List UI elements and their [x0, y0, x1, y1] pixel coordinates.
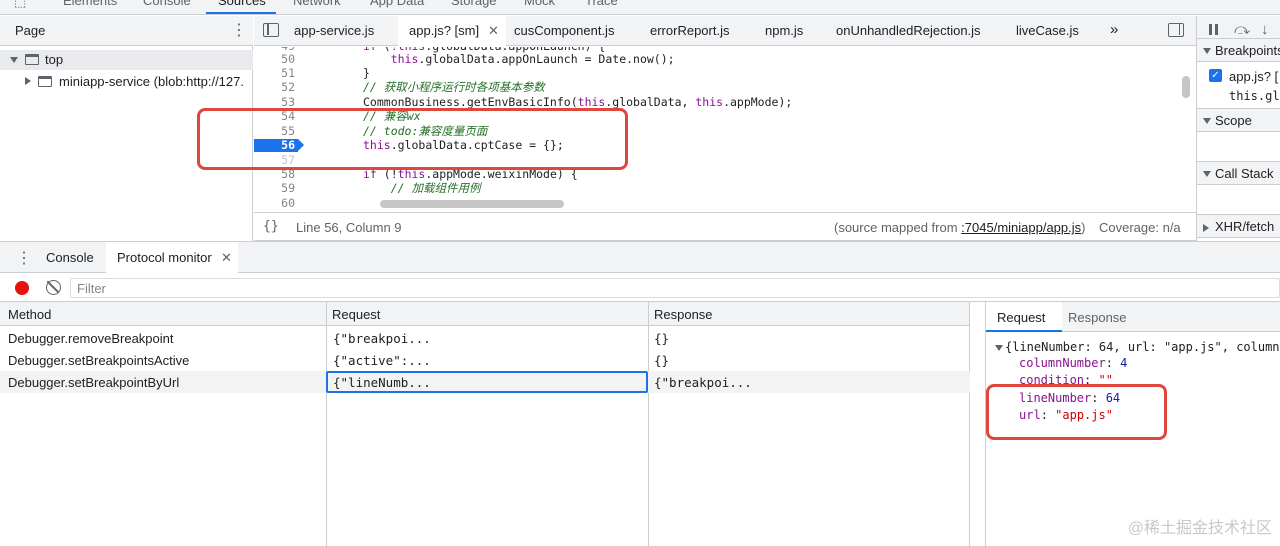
selected-cell-outline [326, 371, 648, 393]
detail-tabs: Request Response [986, 302, 1280, 332]
pause-icon-bar [1215, 24, 1218, 35]
column-header-response[interactable]: Response [654, 307, 713, 322]
protocol-table: Method Request Response Debugger.removeB… [0, 302, 985, 546]
more-tabs-button[interactable]: » [1110, 21, 1118, 38]
frame-icon [25, 54, 39, 65]
table-row[interactable]: Debugger.setBreakpointsActive {"active":… [0, 349, 970, 371]
property-condition: condition: "" [1019, 373, 1113, 384]
devtools-main-tabs: ⬚ Elements Console Sources Network App D… [0, 0, 1280, 15]
source-mapped-info: (source mapped from :7045/miniapp/app.js… [834, 220, 1086, 235]
section-call-stack[interactable]: Call Stack [1197, 161, 1280, 185]
editor-tab-onunhandledrejection[interactable]: onUnhandledRejection.js [836, 23, 981, 38]
active-tab-indicator [206, 12, 276, 14]
tab-sources[interactable]: Sources [218, 0, 266, 8]
section-breakpoints[interactable]: Breakpoints [1197, 38, 1280, 62]
tab-mock[interactable]: Mock [524, 0, 555, 8]
more-options-icon[interactable]: ⋮ [231, 20, 247, 40]
editor-tab-errorreport[interactable]: errorReport.js [650, 23, 729, 38]
editor-tab-app-service[interactable]: app-service.js [294, 23, 374, 38]
tab-storage[interactable]: Storage [451, 0, 497, 8]
annotation-highlight-request [986, 384, 1167, 440]
collapse-arrow-icon[interactable] [25, 77, 31, 85]
expand-arrow-icon[interactable] [995, 345, 1003, 351]
property-column-number: columnNumber: 4 [1019, 356, 1128, 370]
editor-tab-label: app.js? [sm] [409, 23, 480, 38]
tab-console[interactable]: Console [143, 0, 191, 8]
detail-tab-response[interactable]: Response [1068, 310, 1127, 325]
navigator-header: Page ⋮ [0, 16, 253, 46]
drawer-menu-icon[interactable]: ⋮ [16, 248, 32, 268]
step-over-icon[interactable]: ⤼ [1234, 21, 1250, 38]
tab-network[interactable]: Network [293, 0, 341, 8]
debugger-sidebar: ⤼ ↓ Breakpoints ✓ app.js? [ this.gl Scop… [1196, 16, 1280, 241]
clear-icon[interactable] [46, 280, 61, 295]
editor-status-bar: {} Line 56, Column 9 (source mapped from… [254, 212, 1196, 241]
object-summary[interactable]: {lineNumber: 64, url: "app.js", column [1005, 340, 1280, 354]
coverage-info: Coverage: n/a [1099, 220, 1181, 235]
toggle-debugger-icon[interactable] [1168, 23, 1184, 37]
table-row[interactable]: Debugger.removeBreakpoint {"breakpoi... … [0, 327, 970, 349]
tree-item-label: miniapp-service (blob:http://127. [59, 74, 244, 89]
detail-tab-request[interactable]: Request [986, 302, 1062, 332]
tree-item-label: top [45, 52, 64, 67]
breakpoint-checkbox[interactable]: ✓ [1209, 69, 1222, 82]
breakpoint-file[interactable]: app.js? [ [1229, 69, 1278, 84]
pause-icon[interactable] [1209, 24, 1212, 35]
filter-placeholder: Filter [77, 281, 106, 296]
cursor-position: Line 56, Column 9 [296, 220, 402, 235]
column-header-request[interactable]: Request [332, 307, 380, 322]
section-xhr-fetch[interactable]: XHR/fetch [1197, 214, 1280, 238]
drawer-tab-protocol-monitor[interactable]: Protocol monitor ✕ [106, 242, 238, 273]
tab-app-data[interactable]: App Data [370, 0, 424, 8]
tab-page[interactable]: Page [15, 23, 45, 38]
filter-input[interactable]: Filter [70, 278, 1280, 298]
editor-tab-npm[interactable]: npm.js [765, 23, 803, 38]
editor-tab-cuscomponent[interactable]: cusComponent.js [514, 23, 614, 38]
vertical-scrollbar[interactable] [1182, 76, 1190, 98]
editor-tab-livecase[interactable]: liveCase.js [1016, 23, 1079, 38]
code-line: 51} [281, 66, 370, 80]
section-scope[interactable]: Scope [1197, 108, 1280, 132]
close-icon[interactable]: ✕ [221, 250, 232, 266]
expand-arrow-icon[interactable] [10, 57, 18, 63]
step-into-icon[interactable]: ↓ [1261, 21, 1269, 38]
code-line: 50 this.globalData.appOnLaunch = Date.no… [281, 52, 675, 66]
horizontal-scrollbar[interactable] [380, 200, 564, 208]
pretty-print-button[interactable]: {} [263, 219, 279, 234]
drawer-tab-console[interactable]: Console [46, 250, 94, 265]
tree-item-miniapp-service[interactable]: miniapp-service (blob:http://127. [0, 72, 253, 92]
code-line: 59 // 加载组件用例 [281, 181, 481, 195]
column-header-method[interactable]: Method [8, 307, 51, 322]
drawer-tab-label: Protocol monitor [117, 250, 212, 265]
tab-elements[interactable]: Elements [63, 0, 117, 8]
code-line: 52// 获取小程序运行时各项基本参数 [281, 80, 545, 94]
close-icon[interactable]: ✕ [488, 23, 499, 39]
source-mapped-link[interactable]: :7045/miniapp/app.js [961, 220, 1081, 235]
inspect-icon[interactable]: ⬚ [14, 0, 26, 10]
record-icon[interactable] [15, 281, 29, 295]
editor-tab-app-js[interactable]: app.js? [sm] ✕ [398, 16, 506, 46]
protocol-monitor-toolbar: Filter [0, 274, 1280, 302]
tree-item-top[interactable]: top [0, 50, 253, 70]
toggle-navigator-icon[interactable] [263, 23, 279, 37]
drawer-tabs: ⋮ Console Protocol monitor ✕ [0, 241, 1280, 273]
table-header: Method Request Response [0, 302, 970, 326]
frame-icon [38, 76, 52, 87]
editor-tabs: app-service.js app.js? [sm] ✕ cusCompone… [254, 16, 1196, 46]
breakpoint-code: this.gl [1229, 89, 1280, 103]
watermark: @稀土掘金技术社区 [1127, 520, 1272, 537]
detail-tab-label: Request [997, 310, 1046, 325]
annotation-highlight-code [197, 108, 628, 170]
tab-trace[interactable]: Trace [585, 0, 618, 8]
